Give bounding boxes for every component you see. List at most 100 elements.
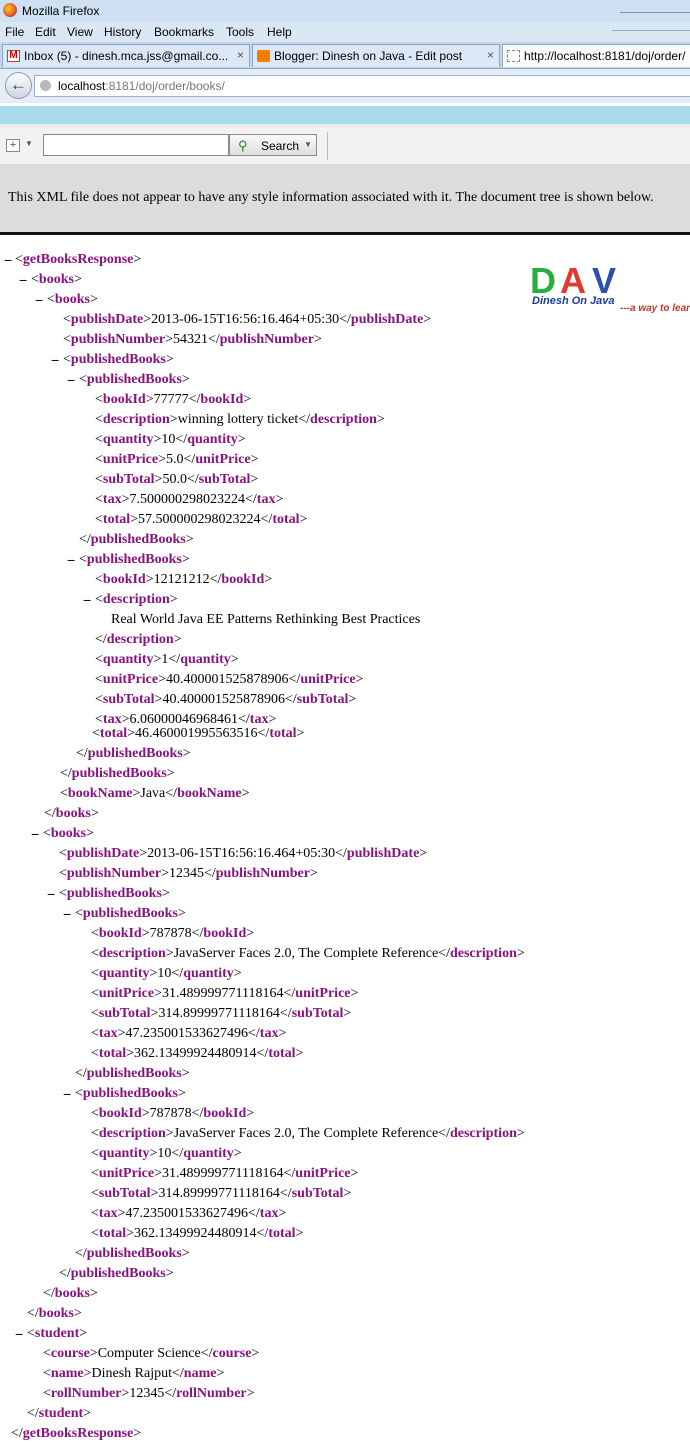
xml-element-name: bookId — [221, 572, 265, 587]
xml-line: <subTotal>50.0</subTotal> — [95, 472, 259, 487]
xml-element-value: 5.0 — [166, 452, 184, 467]
logo-subtitle: Dinesh On Java — [532, 295, 615, 307]
menu-edit[interactable]: Edit — [35, 25, 56, 39]
xml-element-value: 314.89999771118164 — [158, 1186, 280, 1201]
xml-element-name: publishedBooks — [66, 886, 162, 901]
xml-element-name: subTotal — [98, 1186, 151, 1201]
collapse-toggle[interactable]: − — [35, 292, 43, 308]
xml-element-value: 787878 — [149, 1106, 192, 1121]
chevron-down-icon[interactable]: ▼ — [304, 140, 312, 149]
xml-element-value: Computer Science — [97, 1346, 201, 1361]
xml-line: <publishNumber>54321</publishNumber> — [63, 332, 322, 347]
xml-line: </books> — [43, 1286, 98, 1301]
xml-element-value: 40.400001525878906 — [162, 692, 285, 707]
xml-element-name: tax — [249, 712, 269, 727]
menu-help[interactable]: Help — [267, 25, 292, 39]
xml-element-name: rollNumber — [50, 1386, 122, 1401]
xml-element-name: tax — [98, 1206, 118, 1221]
tab-gmail-inbox[interactable]: M Inbox (5) - dinesh.mca.jss@gmail.co...… — [2, 44, 250, 67]
url-bar[interactable]: localhost:8181/doj/order/books/ — [34, 75, 690, 97]
toolbar-separator — [327, 132, 328, 160]
xml-line: <total>362.13499924480914</total> — [91, 1226, 304, 1241]
collapse-toggle[interactable]: − — [67, 552, 75, 568]
xml-line: <tax>7.500000298023224</tax> — [95, 492, 284, 507]
xml-element-name: course — [50, 1346, 90, 1361]
menu-tools[interactable]: Tools — [226, 25, 254, 39]
dropdown-arrow-icon[interactable]: ▼ — [25, 139, 33, 148]
xml-line: <books> — [47, 292, 98, 307]
xml-line: <course>Computer Science</course> — [43, 1346, 260, 1361]
xml-element-name: publishDate — [350, 312, 424, 327]
xml-element-name: subTotal — [102, 692, 155, 707]
xml-element-name: subTotal — [296, 692, 349, 707]
back-arrow-icon: ← — [10, 75, 27, 94]
xml-element-name: rollNumber — [176, 1386, 247, 1401]
logo-tagline: ---a way to learn — [620, 303, 690, 314]
collapse-toggle[interactable]: − — [83, 592, 91, 608]
collapse-toggle[interactable]: − — [67, 372, 75, 388]
collapse-toggle[interactable]: − — [63, 1086, 71, 1102]
search-icon: ⚲ — [238, 138, 248, 153]
xml-element-name: tax — [259, 1206, 279, 1221]
collapse-toggle[interactable]: − — [63, 906, 71, 922]
collapse-toggle[interactable]: − — [47, 886, 55, 902]
add-icon[interactable]: + — [6, 139, 20, 152]
xml-element-name: publishedBooks — [90, 532, 186, 547]
xml-element-value: 47.235001533627496 — [125, 1026, 248, 1041]
xml-element-value: 50.0 — [162, 472, 187, 487]
collapse-toggle[interactable]: − — [4, 252, 12, 268]
xml-line: <publishedBooks> — [63, 352, 174, 367]
xml-info-message: This XML file does not appear to have an… — [8, 190, 654, 205]
menu-view[interactable]: View — [67, 25, 93, 39]
xml-line: <unitPrice>40.400001525878906</unitPrice… — [95, 672, 364, 687]
xml-element-value: 362.13499924480914 — [134, 1046, 257, 1061]
xml-element-name: publishNumber — [219, 332, 314, 347]
close-icon[interactable]: × — [487, 48, 494, 62]
page-icon — [507, 50, 520, 62]
xml-line: <description> — [95, 592, 178, 607]
tab-label: http://localhost:8181/doj/order/ — [524, 49, 686, 63]
tab-blogger-edit-post[interactable]: Blogger: Dinesh on Java - Edit post × — [252, 44, 500, 67]
search-button[interactable]: ⚲ Search ▼ — [229, 134, 317, 156]
xml-element-name: description — [102, 412, 170, 427]
collapse-toggle[interactable]: − — [51, 352, 59, 368]
xml-element-name: description — [98, 1126, 166, 1141]
menu-file[interactable]: File — [5, 25, 24, 39]
xml-line: <unitPrice>5.0</unitPrice> — [95, 452, 259, 467]
xml-element-value: 7.500000298023224 — [129, 492, 245, 507]
collapse-toggle[interactable]: − — [19, 272, 27, 288]
collapse-toggle[interactable]: − — [31, 826, 39, 842]
xml-element-value: JavaServer Faces 2.0, The Complete Refer… — [173, 946, 439, 961]
search-toolbar: + ▼ ⚲ Search ▼ — [0, 128, 690, 165]
tab-localhost-books[interactable]: http://localhost:8181/doj/order/ — [502, 44, 690, 67]
xml-element-name: total — [99, 726, 128, 741]
close-icon[interactable]: × — [237, 48, 244, 62]
xml-line: <publishedBooks> — [75, 906, 186, 921]
xml-line: <name>Dinesh Rajput</name> — [43, 1366, 225, 1381]
xml-line: </getBooksResponse> — [11, 1426, 142, 1441]
xml-element-name: tax — [256, 492, 276, 507]
xml-element-value: 54321 — [172, 332, 208, 347]
xml-element-name: publishedBooks — [86, 372, 182, 387]
xml-element-name: unitPrice — [102, 452, 159, 467]
xml-element-name: tax — [102, 492, 122, 507]
back-button[interactable]: ← — [5, 72, 32, 99]
collapse-toggle[interactable]: − — [15, 1326, 23, 1342]
menu-bookmarks[interactable]: Bookmarks — [154, 25, 214, 39]
xml-element-name: publishedBooks — [70, 1266, 166, 1281]
xml-element-name: bookId — [102, 392, 146, 407]
xml-element-name: bookId — [203, 926, 247, 941]
xml-element-name: subTotal — [291, 1006, 344, 1021]
xml-element-name: subTotal — [98, 1006, 151, 1021]
xml-element-value: 10 — [161, 432, 176, 447]
xml-line: <rollNumber>12345</rollNumber> — [43, 1386, 255, 1401]
xml-element-name: publishedBooks — [86, 1246, 182, 1261]
menu-history[interactable]: History — [104, 25, 141, 39]
xml-line: <getBooksResponse> — [15, 252, 142, 267]
xml-element-name: unitPrice — [300, 672, 356, 687]
xml-line: <publishedBooks> — [79, 552, 190, 567]
xml-line: <description>JavaServer Faces 2.0, The C… — [91, 946, 525, 961]
xml-element-name: getBooksResponse — [22, 252, 134, 267]
xml-line: <tax>47.235001533627496</tax> — [91, 1026, 287, 1041]
search-input[interactable] — [43, 134, 229, 156]
